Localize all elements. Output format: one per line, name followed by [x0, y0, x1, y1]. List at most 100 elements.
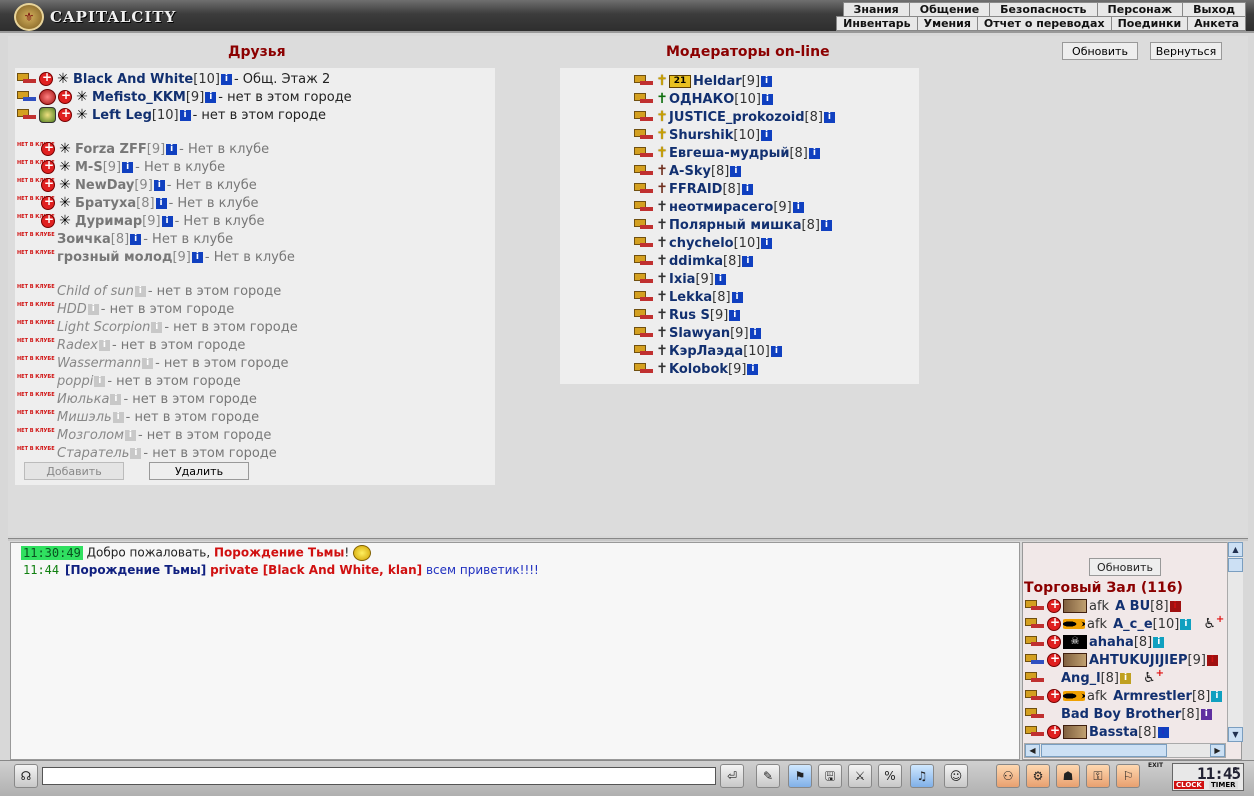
- info-icon[interactable]: i: [87, 303, 99, 315]
- private-message-icon[interactable]: [634, 201, 654, 213]
- info-icon[interactable]: i: [151, 321, 163, 333]
- friend-name[interactable]: Child of sun: [57, 284, 134, 299]
- info-icon[interactable]: i: [166, 143, 178, 155]
- info-icon[interactable]: i: [122, 161, 134, 173]
- friend-name[interactable]: Light Scorpion: [57, 320, 150, 335]
- scroll-thumb[interactable]: [1228, 558, 1243, 572]
- speaker-icon[interactable]: ☊: [14, 764, 38, 788]
- room-user-name[interactable]: Ang_l: [1061, 671, 1101, 686]
- private-message-icon[interactable]: [1025, 690, 1045, 702]
- delete-friend-button[interactable]: Удалить: [149, 462, 249, 480]
- private-message-icon[interactable]: [17, 73, 37, 85]
- room-user-name[interactable]: Armrestler: [1113, 689, 1192, 704]
- private-message-icon[interactable]: [634, 165, 654, 177]
- room-user-name[interactable]: A_c_e: [1113, 617, 1153, 632]
- moderator-name[interactable]: FFRAID: [669, 182, 722, 197]
- info-icon[interactable]: i: [205, 91, 217, 103]
- info-icon[interactable]: i: [110, 393, 122, 405]
- info-icon[interactable]: i: [1206, 654, 1218, 666]
- friend-name[interactable]: Black And White: [73, 72, 193, 87]
- info-icon[interactable]: i: [112, 411, 124, 423]
- info-icon[interactable]: i: [731, 291, 743, 303]
- submenu-skills[interactable]: Умения: [916, 17, 977, 30]
- info-icon[interactable]: i: [761, 93, 773, 105]
- info-icon[interactable]: i: [1180, 618, 1192, 630]
- info-icon[interactable]: i: [792, 201, 804, 213]
- friend-name[interactable]: Radex: [57, 338, 98, 353]
- friend-name[interactable]: Мишэль: [57, 410, 112, 425]
- eraser-icon[interactable]: ✎: [756, 764, 780, 788]
- character-icon[interactable]: ⚇: [996, 764, 1020, 788]
- private-message-icon[interactable]: [1025, 618, 1045, 630]
- room-user-name[interactable]: A BU: [1115, 599, 1150, 614]
- settings-icon[interactable]: ⚙: [1026, 764, 1050, 788]
- back-button[interactable]: Вернуться: [1150, 42, 1222, 60]
- info-icon[interactable]: i: [747, 363, 759, 375]
- moderator-name[interactable]: ОДНАКО: [669, 92, 734, 107]
- private-message-icon[interactable]: [17, 91, 37, 103]
- friend-name[interactable]: Дуримар: [75, 214, 142, 229]
- friend-name[interactable]: NewDay: [75, 178, 134, 193]
- private-message-icon[interactable]: [634, 291, 654, 303]
- private-message-icon[interactable]: [1025, 600, 1045, 612]
- friend-name[interactable]: Mefisto_KKM: [92, 90, 186, 105]
- info-icon[interactable]: i: [770, 345, 782, 357]
- chat-time[interactable]: 11:30:49: [21, 545, 83, 560]
- info-icon[interactable]: i: [1200, 708, 1212, 720]
- info-icon[interactable]: i: [1157, 726, 1169, 738]
- private-message-icon[interactable]: [634, 327, 654, 339]
- menu-communication[interactable]: Общение: [908, 3, 989, 16]
- private-message-icon[interactable]: [17, 109, 37, 121]
- chat-sender[interactable]: [Порождение Тьмы]: [65, 563, 206, 577]
- moderator-name[interactable]: Rus S: [669, 308, 710, 323]
- menu-knowledge[interactable]: Знания: [844, 3, 909, 16]
- friend-name[interactable]: Left Leg: [92, 108, 152, 123]
- submenu-transfers[interactable]: Отчет о переводах: [976, 17, 1111, 30]
- info-icon[interactable]: i: [761, 237, 773, 249]
- friend-name[interactable]: Мозголом: [57, 428, 124, 443]
- private-message-icon[interactable]: [634, 237, 654, 249]
- moderator-name[interactable]: Kolobok: [669, 362, 728, 377]
- chat-private-target[interactable]: private [Black And White, klan]: [210, 563, 422, 577]
- friend-name[interactable]: Forza ZFF: [75, 142, 147, 157]
- moderator-name[interactable]: A-Sky: [669, 164, 711, 179]
- clock-tab[interactable]: CLOCK: [1174, 781, 1204, 789]
- moderator-name[interactable]: КэрЛаэда: [669, 344, 743, 359]
- scroll-up-icon[interactable]: ▲: [1228, 542, 1243, 557]
- friend-name[interactable]: poppi: [57, 374, 93, 389]
- info-icon[interactable]: i: [98, 339, 110, 351]
- moderator-name[interactable]: неотмирасего: [669, 200, 773, 215]
- panel-divider[interactable]: [8, 538, 1248, 541]
- moderator-name[interactable]: Shurshik: [669, 128, 733, 143]
- chat-input[interactable]: [42, 767, 716, 785]
- flag-icon[interactable]: ⚐: [1116, 764, 1140, 788]
- private-message-icon[interactable]: [634, 183, 654, 195]
- filter-icon[interactable]: ⚑: [788, 764, 812, 788]
- info-icon[interactable]: i: [153, 179, 165, 191]
- info-icon[interactable]: i: [124, 429, 136, 441]
- room-user-name[interactable]: Bassta: [1089, 725, 1138, 740]
- scroll-left-icon[interactable]: ◀: [1025, 744, 1040, 757]
- moderator-name[interactable]: Евгеша-мудрый: [669, 146, 789, 161]
- info-icon[interactable]: i: [130, 233, 142, 245]
- chat-player-name[interactable]: Порождение Тьмы: [214, 546, 344, 560]
- friend-name[interactable]: Братуха: [75, 196, 136, 211]
- send-icon[interactable]: ⏎: [720, 764, 744, 788]
- private-message-icon[interactable]: [1025, 654, 1045, 666]
- private-message-icon[interactable]: [634, 147, 654, 159]
- room-scrollbar[interactable]: ▲ ▼: [1227, 542, 1243, 742]
- info-icon[interactable]: i: [729, 309, 741, 321]
- info-icon[interactable]: i: [1169, 600, 1181, 612]
- moderator-name[interactable]: Lekka: [669, 290, 712, 305]
- private-message-icon[interactable]: [634, 273, 654, 285]
- exit-label[interactable]: EXIT: [1148, 762, 1163, 769]
- moderator-name[interactable]: Полярный мишка: [669, 218, 802, 233]
- friend-name[interactable]: Зоичка: [57, 232, 111, 247]
- save-icon[interactable]: 🖫: [818, 764, 842, 788]
- friend-name[interactable]: M-S: [75, 160, 103, 175]
- helmet-icon[interactable]: ☗: [1056, 764, 1080, 788]
- menu-exit[interactable]: Выход: [1182, 3, 1245, 16]
- private-message-icon[interactable]: [634, 129, 654, 141]
- info-icon[interactable]: i: [142, 357, 154, 369]
- friend-name[interactable]: Июлька: [57, 392, 109, 407]
